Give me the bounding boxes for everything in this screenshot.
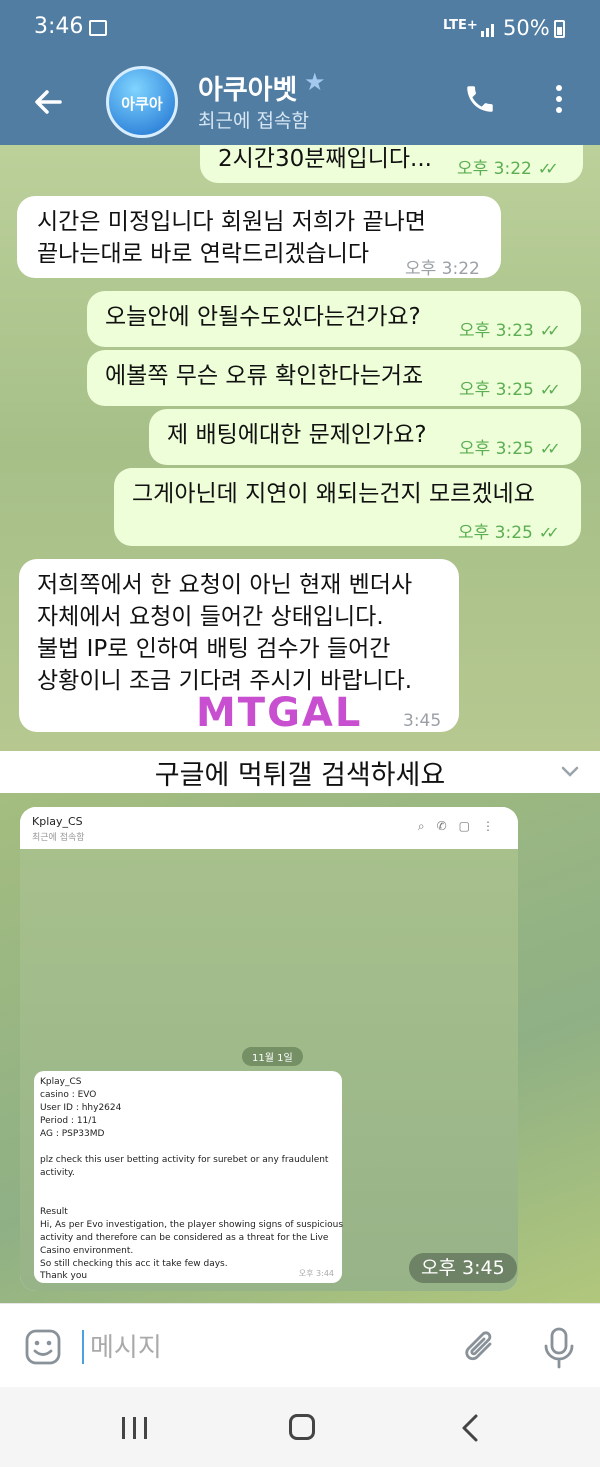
message-time: 오후 3:22 [405, 259, 480, 279]
back-arrow-icon[interactable] [30, 84, 66, 120]
more-vertical-icon[interactable] [552, 82, 566, 116]
message-meta: 오후 3:25 ✓✓ [459, 433, 561, 465]
message-input[interactable] [88, 1328, 432, 1368]
attach-icon[interactable] [462, 1328, 500, 1368]
message-text: 제 배팅에대한 문제인가요? [167, 422, 427, 448]
message-time: 3:45 [403, 711, 442, 731]
status-bar: 3:46 LTE+ 50% [0, 0, 600, 62]
message-meta: 오후 3:23 ✓✓ [459, 315, 561, 347]
screenshot-time: 오후 3:44 [298, 1269, 334, 1278]
screenshot-line: casino : EVO [40, 1090, 97, 1100]
message-time: 오후 3:25 [458, 523, 533, 543]
star-icon: ★ [304, 68, 326, 96]
message-meta: 오후 3:25 ✓✓ [459, 374, 561, 406]
screenshot-line: Kplay_CS [40, 1077, 82, 1087]
screenshot-line: Result [40, 1207, 68, 1217]
chat-status: 최근에 접속함 [198, 110, 309, 132]
photo-message-area: Kplay_CS 최근에 접속함 ⌕✆▢⋮ 11월 1일 Kplay_CS ca… [0, 793, 600, 1303]
search-banner[interactable]: 구글에 먹튀갤 검색하세요 [0, 751, 600, 793]
screenshot-toolbar-icons: ⌕✆▢⋮ [417, 819, 506, 833]
message-bubble-outgoing[interactable]: 그게아닌데 지연이 왜되는건지 모르겠네요 오후 3:25 ✓✓ [114, 468, 581, 546]
avatar-text: 아쿠아 [121, 95, 163, 113]
message-line: 자체에서 요청이 들어간 상태입니다. [37, 604, 384, 630]
read-ticks-icon: ✓✓ [537, 159, 559, 178]
read-ticks-icon: ✓✓ [539, 321, 561, 340]
signal-icon [481, 24, 494, 37]
message-line: 저희쪽에서 한 요청이 아닌 현재 벤더사 [37, 572, 413, 598]
nav-back-icon[interactable] [460, 1413, 480, 1443]
text-cursor [82, 1330, 84, 1364]
screenshot-line: plz check this user betting activity for… [40, 1155, 329, 1165]
screenshot-line: Hi, As per Evo investigation, the player… [40, 1220, 344, 1230]
date-separator: 11월 1일 [242, 1047, 303, 1066]
screenshot-line: So still checking this acc it take few d… [40, 1259, 228, 1269]
battery-percent: 50% [503, 16, 550, 40]
screenshot-line: Thank you [40, 1271, 88, 1281]
read-ticks-icon: ✓✓ [538, 523, 560, 542]
message-bubble-incoming[interactable]: 시간은 미정입니다 회원님 저희가 끝나면 끝나는대로 바로 연락드리겠습니다 … [17, 196, 501, 279]
message-bubble-outgoing[interactable]: 오늘안에 안될수도있다는건가요? 오후 3:23 ✓✓ [87, 291, 581, 347]
chat-title[interactable]: 아쿠아벳 [198, 68, 297, 107]
message-text: 그게아닌데 지연이 왜되는건지 모르겠네요 [132, 481, 535, 507]
watermark-logo: MTGAL [196, 690, 363, 736]
message-bubble-outgoing[interactable]: 에볼쪽 무슨 오류 확인한다는거죠 오후 3:25 ✓✓ [87, 350, 581, 406]
message-meta: 오후 3:25 ✓✓ [458, 517, 560, 549]
status-time: 3:46 [34, 14, 84, 39]
message-line: 시간은 미정입니다 회원님 저희가 끝나면 [37, 209, 426, 235]
message-time: 오후 3:23 [459, 321, 534, 341]
message-line: 불법 IP로 인하여 배팅 검수가 들어간 [37, 636, 391, 662]
message-text: 에볼쪽 무슨 오류 확인한다는거죠 [105, 363, 424, 389]
screenshot-line: User ID : hhy2624 [40, 1103, 122, 1113]
chevron-down-icon[interactable] [560, 761, 580, 781]
screenshot-line: activity. [40, 1168, 75, 1178]
message-text: 2시간30분째입니다... [218, 146, 432, 172]
message-line: 끝나는대로 바로 연락드리겠습니다 [37, 241, 370, 267]
screenshot-status: 최근에 접속함 [32, 833, 85, 843]
screenshot-line: Casino environment. [40, 1246, 134, 1256]
read-ticks-icon: ✓✓ [539, 439, 561, 458]
screenshot-line: Period : 11/1 [40, 1116, 98, 1126]
screenshot-header: Kplay_CS 최근에 접속함 ⌕✆▢⋮ [20, 807, 518, 850]
read-ticks-icon: ✓✓ [539, 380, 561, 399]
photo-message[interactable]: Kplay_CS 최근에 접속함 ⌕✆▢⋮ 11월 1일 Kplay_CS ca… [20, 807, 518, 1291]
message-time: 오후 3:25 [459, 439, 534, 459]
message-text: 오늘안에 안될수도있다는건가요? [105, 304, 421, 330]
battery-icon [554, 20, 565, 38]
screenshot-message-bubble: Kplay_CS casino : EVO User ID : hhy2624 … [34, 1071, 344, 1283]
emoji-icon[interactable] [24, 1328, 62, 1366]
mic-icon[interactable] [541, 1326, 577, 1370]
system-navigation-bar [0, 1387, 600, 1467]
screenshot-title: Kplay_CS [32, 815, 83, 828]
gallery-notification-icon [89, 20, 107, 36]
screenshot-line: activity and therefore can be considered… [40, 1233, 329, 1243]
home-icon[interactable] [289, 1414, 315, 1440]
network-type: LTE+ [443, 18, 478, 33]
chat-header: 아쿠아 아쿠아벳 ★ 최근에 접속함 [0, 62, 600, 145]
message-bubble-outgoing[interactable]: 2시간30분째입니다... 오후 3:22 ✓✓ [200, 145, 583, 183]
screenshot-line: AG : PSP33MD [40, 1129, 105, 1139]
avatar[interactable]: 아쿠아 [106, 66, 178, 138]
phone-icon[interactable] [463, 82, 497, 116]
message-meta: 오후 3:22 ✓✓ [457, 153, 559, 185]
chat-area[interactable]: 2시간30분째입니다... 오후 3:22 ✓✓ 시간은 미정입니다 회원님 저희… [0, 145, 600, 751]
message-time: 오후 3:25 [459, 380, 534, 400]
photo-time-badge: 오후 3:45 [409, 1253, 517, 1283]
recent-apps-icon[interactable] [120, 1415, 150, 1441]
message-bubble-outgoing[interactable]: 제 배팅에대한 문제인가요? 오후 3:25 ✓✓ [149, 409, 581, 465]
banner-text: 구글에 먹튀갤 검색하세요 [154, 760, 446, 791]
message-time: 오후 3:22 [457, 159, 532, 179]
message-input-bar [0, 1303, 600, 1388]
